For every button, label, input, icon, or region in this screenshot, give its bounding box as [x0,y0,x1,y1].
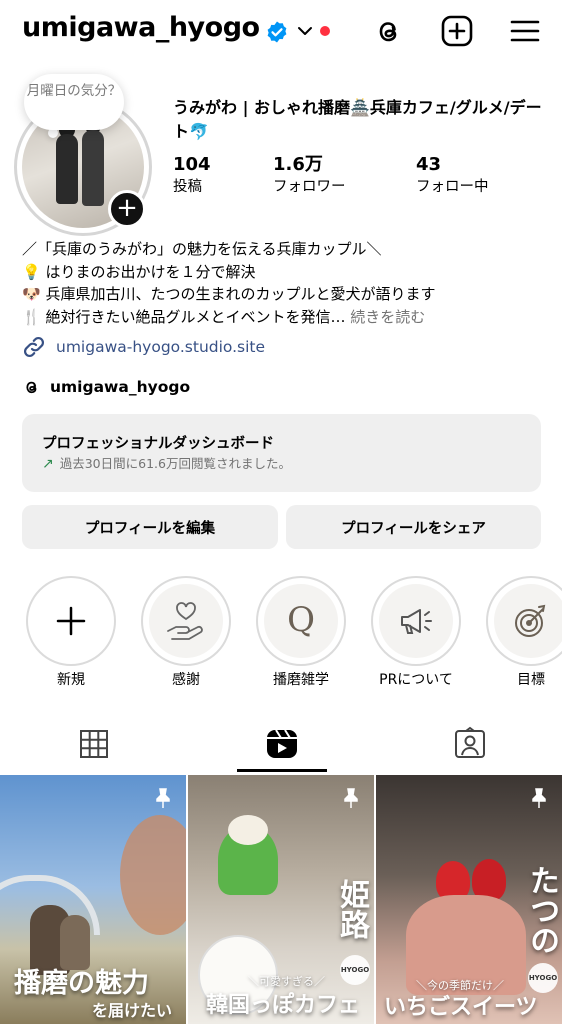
post-caption-small: を届けたい [92,1001,173,1020]
share-profile-button[interactable]: プロフィールをシェア [286,505,541,549]
plus-icon [56,606,86,636]
highlight-label: 新規 [57,672,85,688]
verified-badge-icon [267,21,287,43]
post-caption-big: 韓国っぽカフェ [206,993,361,1018]
username-title[interactable]: umigawa_hyogo [22,12,260,43]
stat-value: 43 [416,154,442,175]
stat-followers[interactable]: 1.6万 フォロワー [273,154,346,198]
notification-dot [320,26,330,36]
add-story-button[interactable]: + [108,190,146,228]
highlight-thanks[interactable] [141,576,231,666]
website-link[interactable]: umigawa-hyogo.studio.site [22,336,265,358]
q-letter-icon: Q [287,600,315,640]
link-icon [23,336,45,358]
pin-icon [344,788,358,808]
post-location: 姫路 [334,879,369,939]
heart-hand-icon [167,602,203,640]
stat-value: 104 [173,154,211,175]
highlight-label: 播磨雑学 [273,672,329,688]
website-url[interactable]: umigawa-hyogo.studio.site [56,338,265,356]
bio-line: 💡 はりまのお出かけを１分で解決 [22,262,256,281]
tagged-icon[interactable] [452,726,488,762]
post-location: たつの [524,865,559,955]
highlight-label: PRについて [379,672,453,688]
highlight-trivia[interactable]: Q [256,576,346,666]
highlight-goal[interactable] [486,576,562,666]
threads-handle: umigawa_hyogo [50,378,191,396]
trend-up-icon: ↗ [42,456,54,472]
grid-icon[interactable] [76,726,112,762]
post-tile-1[interactable]: 播磨の魅力 を届けたい [0,775,186,1024]
stat-label: 投稿 [173,179,202,195]
profile-header: umigawa_hyogo [0,0,562,64]
threads-icon[interactable] [372,14,406,48]
display-name: うみがわ | おしゃれ播磨🏯兵庫カフェ/グルメ/デート🐬 [173,98,542,141]
target-icon [515,604,546,637]
dashboard-title: プロフェッショナルダッシュボード [42,436,274,452]
bio: ／「兵庫のうみがわ」の魅力を伝える兵庫カップル＼ 💡 はりまのお出かけを１分で解… [22,238,552,328]
bio-line: ／「兵庫のうみがわ」の魅力を伝える兵庫カップル＼ [22,240,382,258]
post-tile-2[interactable]: 姫路 HYOGO ＼可愛すぎる／ 韓国っぽカフェ [188,775,374,1024]
highlight-new[interactable] [26,576,116,666]
active-tab-indicator [237,769,327,772]
bio-line: 🍴 絶対行きたい絶品グルメとイベントを発信… [22,307,346,326]
reels-icon[interactable] [264,726,300,762]
hyogo-badge: HYOGO [340,955,370,985]
stat-posts[interactable]: 104 投稿 [173,154,211,198]
menu-icon[interactable] [508,14,542,48]
stat-label: フォロワー [273,179,346,195]
highlight-pr[interactable] [371,576,461,666]
dashboard-subtitle: 過去30日間に61.6万回閲覧されました。 [59,456,291,471]
chevron-down-icon[interactable] [296,22,314,40]
edit-profile-button[interactable]: プロフィールを編集 [22,505,278,549]
bio-line: 🐶 兵庫県加古川、たつの生まれのカップルと愛犬が語ります [22,285,436,303]
threads-badge[interactable]: umigawa_hyogo [22,376,190,398]
professional-dashboard[interactable]: プロフェッショナルダッシュボード ↗ 過去30日間に61.6万回閲覧されました。 [22,414,541,492]
threads-small-icon [26,381,37,394]
post-tile-3[interactable]: たつの HYOGO ＼今の季節だけ／ いちごスイーツ [376,775,562,1024]
read-more-link[interactable]: 続きを読む [350,308,425,326]
post-caption-big: 播磨の魅力 [14,968,149,999]
stat-label: フォロー中 [416,179,489,195]
highlight-label: 感謝 [172,672,200,688]
profile-note[interactable]: 月曜日の気分？ [24,74,124,130]
post-caption-big: いちごスイーツ [384,995,538,1020]
pin-icon [532,788,546,808]
stat-following[interactable]: 43 フォロー中 [416,154,489,198]
svg-text:Q: Q [287,600,315,640]
pin-icon [156,788,170,808]
bio-line-last: 🍴 絶対行きたい絶品グルメとイベントを発信… 続きを読む [22,306,552,329]
create-plus-icon[interactable] [440,14,474,48]
highlight-label: 目標 [517,672,545,688]
megaphone-icon [401,609,432,634]
stat-value: 1.6万 [273,154,323,175]
